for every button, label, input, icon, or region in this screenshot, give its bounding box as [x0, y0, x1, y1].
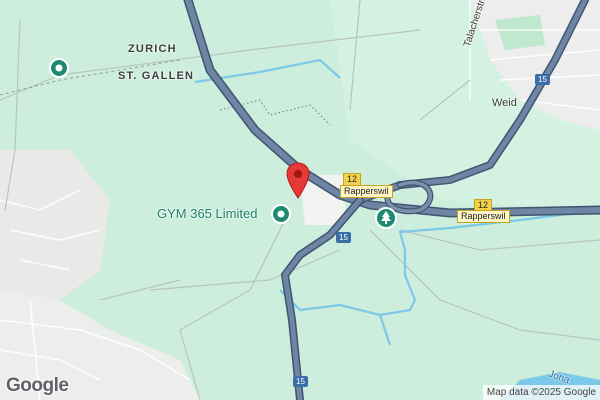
region-label-zurich: ZURICH: [128, 43, 177, 55]
route-15-shield-top: 15: [535, 74, 550, 85]
destination-sign-rapperswil-a: Rapperswil: [340, 185, 393, 198]
gym-marker-icon[interactable]: [271, 204, 291, 229]
location-pin-icon[interactable]: [285, 162, 311, 205]
destination-sign-rapperswil-b: Rapperswil: [457, 210, 510, 223]
park-tree-marker-icon[interactable]: [375, 207, 397, 234]
region-label-st-gallen: ST. GALLEN: [118, 70, 195, 82]
map-attribution[interactable]: Map data ©2025 Google: [482, 385, 600, 400]
map-view[interactable]: ZURICH ST. GALLEN Talacherstrasse Weid J…: [0, 0, 600, 400]
gym-label[interactable]: GYM 365 Limited: [157, 206, 257, 221]
left-poi-marker-icon[interactable]: [49, 58, 69, 83]
route-15-shield-bottom: 15: [293, 376, 308, 387]
place-label-weid: Weid: [492, 97, 517, 109]
route-15-shield-mid: 15: [336, 232, 351, 243]
google-logo[interactable]: Google: [6, 375, 69, 397]
